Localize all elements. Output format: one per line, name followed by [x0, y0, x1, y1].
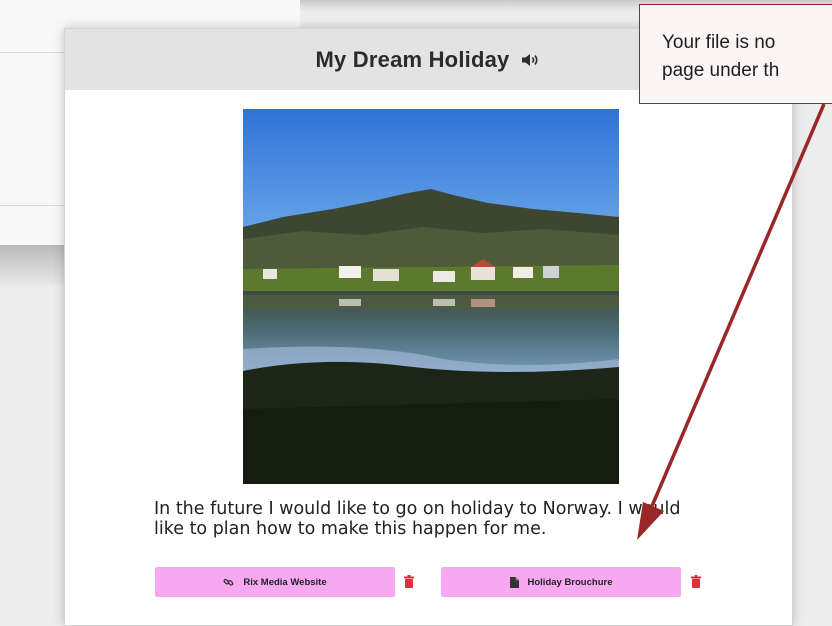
holiday-description: In the future I would like to go on holi… — [154, 499, 681, 539]
annotation-callout: Your file is no page under th — [639, 4, 832, 104]
link-label: Rix Media Website — [243, 576, 327, 588]
card-title: My Dream Holiday — [315, 46, 510, 72]
trash-icon[interactable] — [404, 575, 414, 588]
holiday-brochure-button[interactable]: Holiday Brouchure — [441, 567, 681, 597]
trash-icon[interactable] — [691, 575, 701, 588]
background-strip — [0, 245, 70, 285]
callout-line-1: Your file is no — [662, 32, 776, 53]
holiday-photo — [243, 109, 619, 484]
link-icon — [223, 577, 234, 588]
document-icon — [509, 576, 519, 588]
holiday-card: My Dream Holiday In the future I would l… — [64, 28, 793, 626]
rix-media-website-button[interactable]: Rix Media Website — [155, 567, 395, 597]
callout-line-2: page under th — [662, 60, 780, 81]
link-label: Holiday Brouchure — [527, 576, 613, 588]
speaker-icon[interactable] — [521, 52, 541, 68]
